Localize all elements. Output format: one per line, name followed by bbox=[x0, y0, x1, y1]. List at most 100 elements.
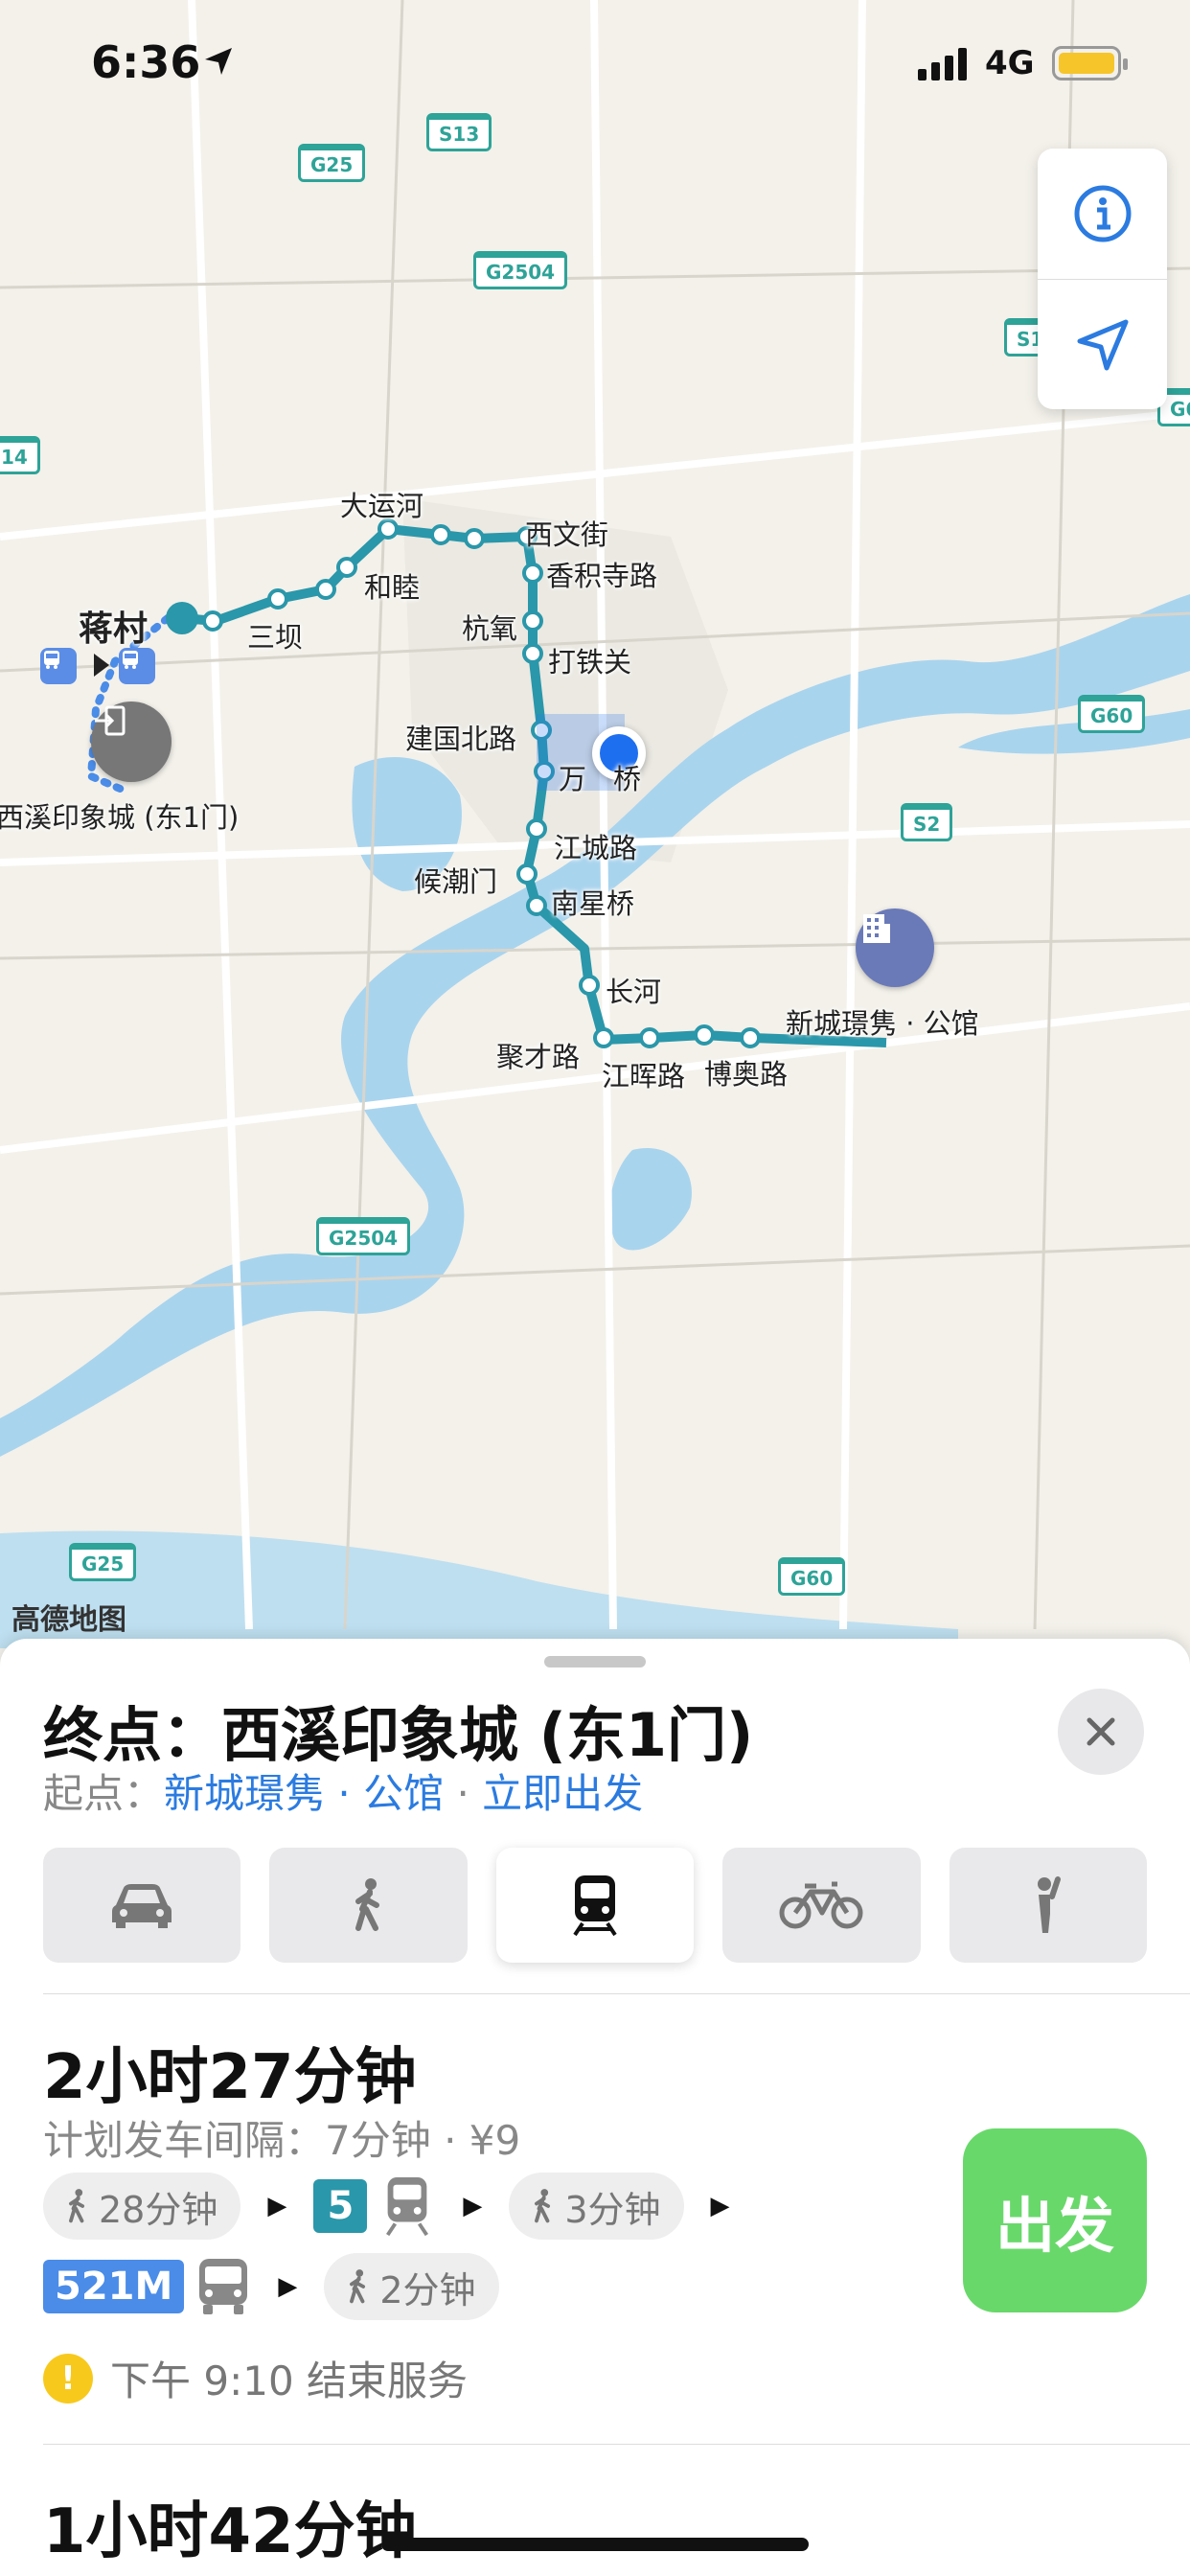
bus-vehicle bbox=[195, 2257, 251, 2316]
screen: S13 G25 G2504 S1 G6 G60 S2 G2504 G25 G60… bbox=[0, 0, 1190, 2576]
go-button[interactable]: 出发 bbox=[963, 2128, 1147, 2312]
metro-line-badge: 5 bbox=[313, 2179, 368, 2233]
station-label: 香积寺路 bbox=[546, 560, 658, 592]
entrance-icon bbox=[95, 705, 126, 736]
walk-icon bbox=[535, 2189, 551, 2223]
highway-shield: S2 bbox=[901, 803, 953, 841]
warning-text: 下午 9:10 结束服务 bbox=[110, 2358, 469, 2404]
divider bbox=[43, 1993, 1190, 1994]
locate-button[interactable] bbox=[1038, 280, 1167, 410]
destination-pin[interactable] bbox=[91, 702, 172, 782]
route-steps-row: 28分钟 ▶ 5 ▶ 3分钟 ▶ bbox=[43, 2173, 757, 2240]
location-arrow-icon bbox=[1077, 319, 1128, 371]
bus-icon bbox=[199, 2259, 248, 2314]
step-arrow-icon: ▶ bbox=[267, 2192, 287, 2220]
close-button[interactable] bbox=[1058, 1689, 1144, 1775]
status-time: 6:36 bbox=[91, 36, 201, 88]
location-services-icon bbox=[205, 48, 232, 75]
home-indicator[interactable] bbox=[381, 2538, 809, 2551]
cellular-signal-icon bbox=[918, 48, 967, 80]
sheet-grabber[interactable] bbox=[544, 1656, 646, 1668]
map-controls bbox=[1038, 149, 1167, 409]
station-label: 桥 bbox=[613, 763, 642, 795]
destination-title: 终点：西溪印象城 (东1门) bbox=[43, 1700, 754, 1770]
step-arrow-icon: ▶ bbox=[278, 2272, 298, 2301]
station-label: 和睦 bbox=[364, 571, 421, 604]
mode-bike-button[interactable] bbox=[722, 1848, 921, 1963]
origin-link[interactable]: 新城璟隽 · 公馆 bbox=[164, 1770, 444, 1817]
status-bar: 6:36 4G bbox=[0, 0, 1190, 125]
bus-line-badge: 521M bbox=[43, 2260, 185, 2313]
step-arrow-icon: ▶ bbox=[463, 2192, 483, 2220]
walk-step: 3分钟 bbox=[509, 2173, 684, 2240]
map-view[interactable]: S13 G25 G2504 S1 G6 G60 S2 G2504 G25 G60… bbox=[0, 0, 1190, 1648]
station-label: 候潮门 bbox=[414, 865, 498, 898]
route-duration[interactable]: 1小时42分钟 bbox=[43, 2482, 417, 2570]
station-label: 万 bbox=[559, 763, 587, 795]
mode-ridehail-button[interactable] bbox=[949, 1848, 1148, 1963]
station-label: 大运河 bbox=[340, 490, 424, 522]
bus-mini-icon bbox=[40, 648, 77, 684]
car-icon bbox=[112, 1884, 172, 1928]
origin-pin[interactable] bbox=[856, 908, 934, 987]
walk-icon bbox=[350, 2269, 366, 2304]
warning-icon: ! bbox=[43, 2353, 93, 2404]
station-label: 建国北路 bbox=[405, 723, 517, 755]
metro-icon bbox=[386, 2176, 429, 2237]
highway-shield: G25 bbox=[69, 1543, 137, 1581]
close-icon bbox=[1087, 1717, 1115, 1746]
highway-shield: G60 bbox=[778, 1557, 846, 1596]
route-steps-row-2: 521M ▶ 2分钟 bbox=[43, 2253, 499, 2320]
train-icon bbox=[573, 1875, 617, 1937]
highway-shield: G2504 bbox=[316, 1217, 411, 1255]
divider bbox=[43, 2444, 1190, 2445]
mode-transit-button[interactable] bbox=[495, 1848, 695, 1963]
destination-label: 西溪印象城 (东1门) bbox=[0, 801, 240, 834]
service-warning: ! 下午 9:10 结束服务 bbox=[43, 2349, 468, 2407]
origin-label: 新城璟隽 · 公馆 bbox=[786, 1007, 979, 1040]
route-meta: 计划发车间隔：7分钟 · ¥9 bbox=[43, 2117, 521, 2164]
bus-mini-icon bbox=[119, 648, 155, 684]
walk-icon bbox=[355, 1878, 379, 1931]
station-label: 聚才路 bbox=[496, 1041, 581, 1073]
map-provider-logo: 高德地图 bbox=[11, 1603, 126, 1637]
depart-time-link[interactable]: 立即出发 bbox=[482, 1770, 643, 1817]
station-label: 西文街 bbox=[525, 518, 609, 551]
info-icon bbox=[1074, 185, 1131, 242]
network-type: 4G bbox=[985, 44, 1035, 82]
station-label: 江晖路 bbox=[602, 1060, 686, 1092]
highway-shield: G60 bbox=[1078, 695, 1146, 733]
bike-icon bbox=[779, 1881, 863, 1929]
building-icon bbox=[863, 914, 890, 943]
station-label: 长河 bbox=[606, 976, 662, 1008]
route-arrow-icon bbox=[94, 654, 109, 677]
battery-icon bbox=[1052, 46, 1128, 80]
station-label: 博奥路 bbox=[704, 1058, 789, 1091]
walk-step-time: 28分钟 bbox=[99, 2188, 218, 2231]
mode-car-button[interactable] bbox=[43, 1848, 241, 1963]
station-label: 南星桥 bbox=[551, 887, 635, 920]
separator-dot: · bbox=[456, 1770, 469, 1817]
route-duration[interactable]: 2小时27分钟 bbox=[43, 2028, 417, 2116]
walk-step-time: 3分钟 bbox=[564, 2188, 661, 2231]
start-area-label: 蒋村 bbox=[79, 610, 149, 649]
station-label: 三坝 bbox=[247, 621, 304, 654]
walk-step: 2分钟 bbox=[324, 2253, 499, 2320]
origin-prefix: 起点： bbox=[43, 1770, 165, 1817]
step-arrow-icon: ▶ bbox=[710, 2192, 730, 2220]
station-label: 杭氧 bbox=[462, 612, 518, 645]
highway-shield: G2504 bbox=[473, 251, 568, 289]
info-button[interactable] bbox=[1038, 149, 1167, 279]
origin-line: 起点：新城璟隽 · 公馆 · 立即出发 bbox=[43, 1761, 643, 1820]
highway-shield: 14 bbox=[0, 436, 40, 474]
walk-icon bbox=[69, 2189, 85, 2223]
mode-walk-button[interactable] bbox=[269, 1848, 468, 1963]
transport-mode-bar bbox=[43, 1848, 1148, 1963]
metro-vehicle bbox=[378, 2175, 436, 2237]
station-label: 江城路 bbox=[554, 832, 638, 864]
walk-step: 28分钟 bbox=[43, 2173, 241, 2240]
highway-shield: G25 bbox=[298, 144, 366, 182]
station-label: 打铁关 bbox=[548, 646, 632, 678]
walk-step-time: 2分钟 bbox=[379, 2268, 476, 2312]
hail-icon bbox=[1037, 1876, 1061, 1933]
